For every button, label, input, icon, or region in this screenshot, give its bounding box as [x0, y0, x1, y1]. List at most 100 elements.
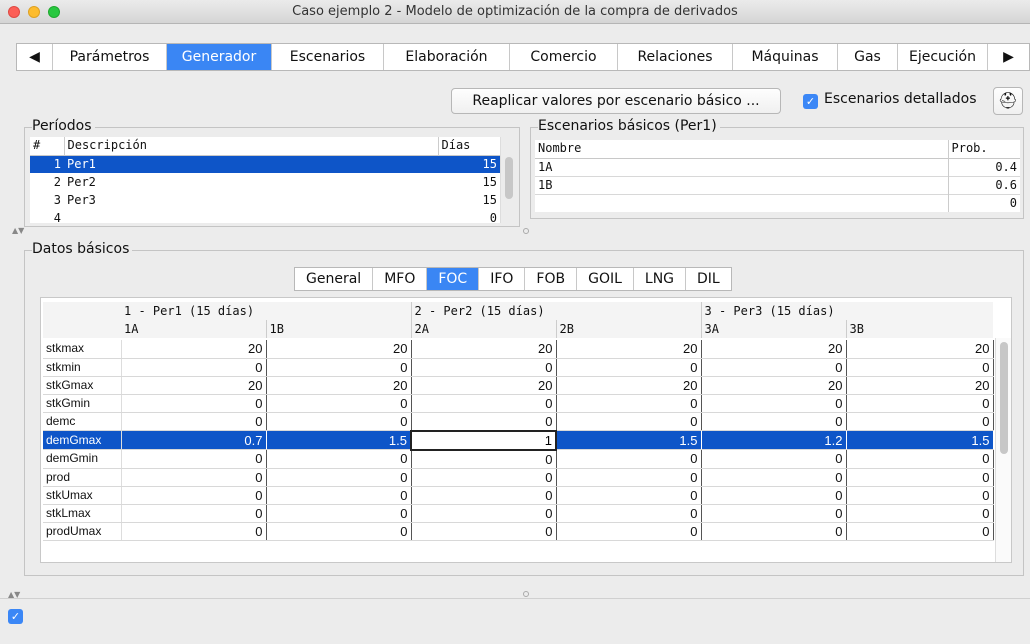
grid-cell[interactable]: 0: [266, 449, 412, 469]
scenarios-row[interactable]: 1B 0.6: [535, 176, 1020, 194]
grid-cell[interactable]: 0: [411, 522, 557, 541]
grid-cell[interactable]: 0: [846, 394, 994, 413]
grid-cell[interactable]: 0: [846, 468, 994, 487]
grid-cell[interactable]: 0: [266, 522, 412, 541]
help-lifebuoy-icon[interactable]: ⛑: [993, 87, 1023, 115]
detailed-scenarios-checkbox[interactable]: ✓: [803, 94, 818, 109]
grid-cell[interactable]: 0: [556, 468, 702, 487]
grid-cell[interactable]: 0: [701, 394, 847, 413]
grid-cell[interactable]: 0: [701, 486, 847, 505]
grid-cell[interactable]: 0: [411, 394, 557, 413]
grid-cell[interactable]: 0: [121, 522, 267, 541]
subtab-foc[interactable]: FOC: [427, 268, 480, 290]
subtab-ifo[interactable]: IFO: [479, 268, 526, 290]
grid-row[interactable]: stkGmax 20 20 20 20 20 20: [43, 376, 994, 395]
grid-row[interactable]: stkLmax 0 0 0 0 0 0: [43, 504, 994, 523]
tab-parametros[interactable]: Parámetros: [53, 44, 167, 70]
tab-elaboracion[interactable]: Elaboración: [384, 44, 510, 70]
grid-cell[interactable]: 0: [266, 504, 412, 523]
grid-cell[interactable]: 1.5: [556, 430, 702, 450]
grid-cell[interactable]: 1.2: [701, 430, 847, 450]
grid-row[interactable]: stkGmin 0 0 0 0 0 0: [43, 394, 994, 413]
grid-cell[interactable]: 0: [556, 412, 702, 431]
tab-relaciones[interactable]: Relaciones: [618, 44, 733, 70]
grid-scrollbar-thumb[interactable]: [1000, 342, 1008, 454]
grid-cell[interactable]: 0: [556, 449, 702, 469]
grid-cell[interactable]: 0: [701, 504, 847, 523]
periods-row[interactable]: 4 0: [30, 209, 500, 224]
grid-cell[interactable]: 0: [266, 394, 412, 413]
subtab-fob[interactable]: FOB: [525, 268, 578, 290]
grid-cell[interactable]: 20: [846, 340, 994, 359]
grid-cell[interactable]: 0: [121, 394, 267, 413]
grid-cell[interactable]: 20: [556, 340, 702, 359]
grid-scrollbar[interactable]: [995, 338, 1011, 562]
tab-generador[interactable]: Generador: [167, 44, 272, 70]
grid-cell[interactable]: 0: [411, 504, 557, 523]
grid-cell[interactable]: 0: [411, 468, 557, 487]
grid-cell[interactable]: 20: [121, 340, 267, 359]
grid-row[interactable]: demGmin 0 0 0 0 0 0: [43, 449, 994, 469]
grid-cell[interactable]: 0: [846, 449, 994, 469]
grid-cell[interactable]: 20: [266, 376, 412, 395]
split-divider-handle[interactable]: [523, 591, 529, 597]
grid-row[interactable]: stkUmax 0 0 0 0 0 0: [43, 486, 994, 505]
grid-cell[interactable]: 20: [411, 340, 557, 359]
grid-cell[interactable]: 0: [411, 358, 557, 377]
grid-cell[interactable]: 0: [701, 449, 847, 469]
grid-cell[interactable]: 0: [121, 468, 267, 487]
periods-scrollbar-thumb[interactable]: [505, 157, 513, 199]
grid-cell[interactable]: 0: [411, 486, 557, 505]
grid-cell[interactable]: 20: [846, 376, 994, 395]
grid-cell[interactable]: 0: [121, 412, 267, 431]
scenarios-row[interactable]: 1A 0.4: [535, 158, 1020, 176]
periods-row[interactable]: 1 Per1 15: [30, 155, 500, 173]
grid-cell[interactable]: 0: [556, 358, 702, 377]
grid-cell[interactable]: 0: [266, 486, 412, 505]
grid-cell[interactable]: 0: [556, 522, 702, 541]
grid-cell[interactable]: 0: [266, 412, 412, 431]
grid-cell[interactable]: 1.5: [846, 430, 994, 450]
grid-cell[interactable]: 0: [121, 486, 267, 505]
grid-cell[interactable]: 0: [846, 504, 994, 523]
grid-cell[interactable]: 0: [266, 468, 412, 487]
grid-cell[interactable]: 0: [266, 358, 412, 377]
tab-maquinas[interactable]: Máquinas: [733, 44, 838, 70]
tab-gas[interactable]: Gas: [838, 44, 898, 70]
scenarios-row[interactable]: 0: [535, 194, 1020, 212]
grid-row[interactable]: demc 0 0 0 0 0 0: [43, 412, 994, 431]
grid-cell[interactable]: 0: [846, 358, 994, 377]
grid-cell[interactable]: 0: [701, 522, 847, 541]
grid-cell[interactable]: 0: [701, 412, 847, 431]
grid-row[interactable]: prodUmax 0 0 0 0 0 0: [43, 522, 994, 541]
subtab-general[interactable]: General: [295, 268, 374, 290]
grid-row[interactable]: prod 0 0 0 0 0 0: [43, 468, 994, 487]
bottom-checkbox[interactable]: ✓: [8, 609, 23, 624]
periods-scrollbar[interactable]: [500, 137, 516, 223]
periods-row[interactable]: 2 Per2 15: [30, 173, 500, 191]
grid-cell[interactable]: 20: [701, 340, 847, 359]
grid-row[interactable]: demGmax 0.7 1.5 1 1.5 1.2 1.5: [43, 429, 994, 451]
grid-cell[interactable]: 0: [846, 522, 994, 541]
grid-cell[interactable]: 0: [121, 358, 267, 377]
grid-cell[interactable]: 20: [121, 376, 267, 395]
grid-cell[interactable]: 0: [121, 449, 267, 469]
grid-cell[interactable]: 0: [121, 504, 267, 523]
periods-row[interactable]: 3 Per3 15: [30, 191, 500, 209]
grid-cell[interactable]: 20: [556, 376, 702, 395]
tab-scroll-left-button[interactable]: ◀: [17, 44, 53, 70]
grid-cell[interactable]: 0: [411, 449, 557, 469]
grid-cell[interactable]: 0: [556, 394, 702, 413]
replicate-values-button[interactable]: Reaplicar valores por escenario básico .…: [451, 88, 781, 114]
grid-cell-editor[interactable]: 1: [410, 429, 557, 451]
subtab-dil[interactable]: DIL: [686, 268, 731, 290]
split-arrows-icon[interactable]: ▲▼: [12, 226, 24, 235]
grid-cell[interactable]: 0: [556, 486, 702, 505]
subtab-mfo[interactable]: MFO: [373, 268, 428, 290]
grid-cell[interactable]: 0: [701, 358, 847, 377]
grid-cell[interactable]: 0: [701, 468, 847, 487]
grid-cell[interactable]: 1.5: [266, 430, 412, 450]
split-divider-handle[interactable]: [523, 228, 529, 234]
tab-scroll-right-button[interactable]: ▶: [988, 44, 1029, 70]
tab-ejecucion[interactable]: Ejecución: [898, 44, 988, 70]
